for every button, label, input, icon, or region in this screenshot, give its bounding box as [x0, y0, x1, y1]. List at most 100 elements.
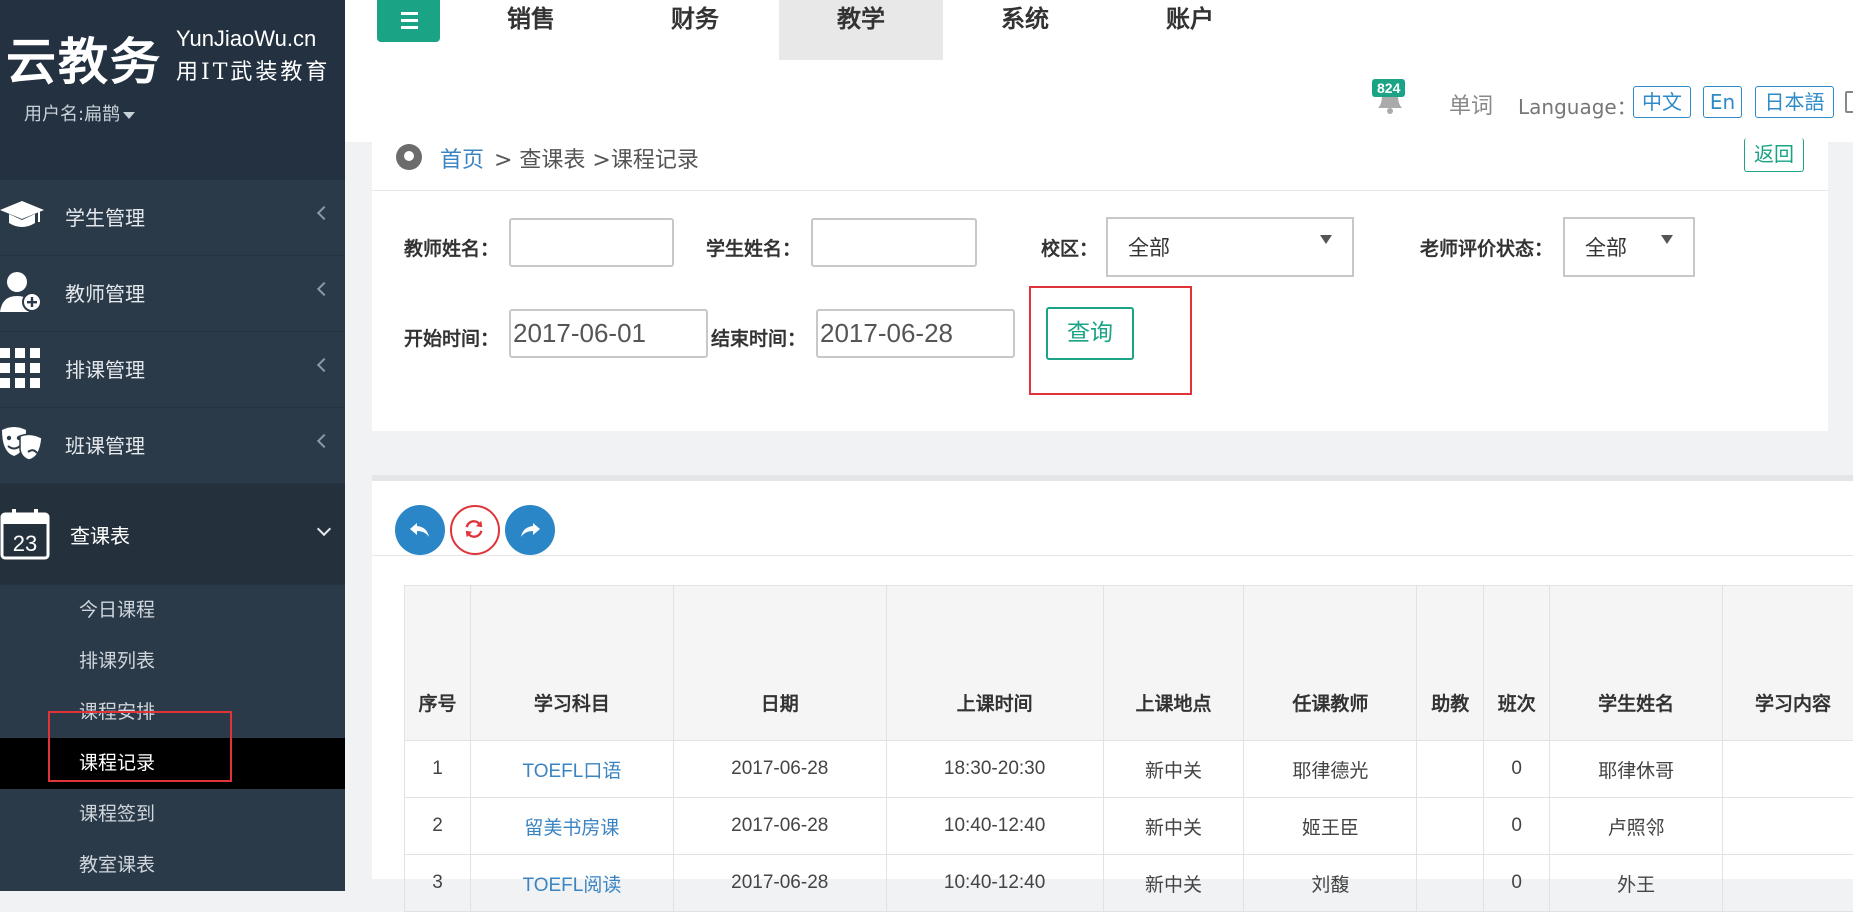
location-pin-icon: [396, 144, 422, 170]
grid-icon: [0, 346, 44, 390]
column-header[interactable]: 学生姓名: [1550, 586, 1723, 741]
cell-location: 新中关: [1103, 855, 1244, 912]
chevron-down-icon: [317, 522, 331, 536]
cell-teacher: 姬王臣: [1244, 798, 1417, 855]
word-link[interactable]: 单词: [1449, 88, 1493, 120]
user-label: 用户名:扁鹊: [24, 104, 120, 125]
lang-button-en[interactable]: En: [1703, 86, 1742, 118]
query-button[interactable]: 查询: [1046, 307, 1134, 360]
student-name-label: 学生姓名：: [706, 234, 801, 261]
submenu-item-schedule-list[interactable]: 排课列表: [0, 636, 345, 687]
cell-time: 18:30-20:30: [886, 741, 1103, 798]
breadcrumb-home-link[interactable]: 首页: [440, 142, 484, 174]
logo-slogan: 用IT武装教育: [176, 54, 330, 86]
breadcrumb-path: > 查课表 >课程记录: [494, 142, 699, 174]
tab-finance[interactable]: 财务: [613, 0, 777, 60]
calendar-day-text: 23: [13, 531, 37, 556]
chevron-left-icon: [317, 282, 331, 296]
column-header[interactable]: 日期: [673, 586, 886, 741]
back-button[interactable]: 返回: [1744, 138, 1804, 172]
table-header-row: 序号 学习科目 日期 上课时间 上课地点 任课教师 助教 班次 学生姓名 学习内…: [405, 586, 1853, 741]
column-header[interactable]: 上课地点: [1103, 586, 1244, 741]
chevron-left-icon: [317, 358, 331, 372]
forward-circle-button[interactable]: [505, 505, 555, 555]
lang-button-ja[interactable]: 日本語: [1755, 86, 1834, 118]
cell-assistant: [1417, 741, 1484, 798]
results-panel: 序号 学习科目 日期 上课时间 上课地点 任课教师 助教 班次 学生姓名 学习内…: [372, 475, 1853, 879]
logo-domain: YunJiaoWu.cn: [176, 26, 316, 52]
notification-badge: 824: [1372, 79, 1405, 97]
back-circle-button[interactable]: [395, 505, 445, 555]
cell-index: 1: [405, 741, 471, 798]
cell-subject-link[interactable]: TOEFL阅读: [470, 855, 673, 912]
column-header[interactable]: 任课教师: [1244, 586, 1417, 741]
end-time-input[interactable]: 2017-06-28: [816, 309, 1015, 358]
cell-time: 10:40-12:40: [886, 798, 1103, 855]
tab-system[interactable]: 系统: [943, 0, 1107, 60]
start-time-input[interactable]: 2017-06-01: [509, 309, 708, 358]
end-time-label: 结束时间：: [711, 324, 806, 351]
cell-assistant: [1417, 855, 1484, 912]
share-icon: [518, 518, 542, 542]
tab-account[interactable]: 账户: [1108, 0, 1272, 60]
column-header[interactable]: 学习内容: [1723, 586, 1853, 741]
column-header[interactable]: 助教: [1417, 586, 1484, 741]
cell-assistant: [1417, 798, 1484, 855]
user-menu[interactable]: 用户名:扁鹊: [24, 100, 135, 126]
eval-status-label: 老师评价状态：: [1420, 234, 1553, 261]
filter-panel: 首页 > 查课表 >课程记录 返回 教师姓名： 学生姓名： 校区： 全部 老师评…: [372, 142, 1828, 431]
menu-toggle-button[interactable]: [377, 0, 440, 42]
submenu-item-check-in[interactable]: 课程签到: [0, 789, 345, 840]
submenu-item-classroom-timetable[interactable]: 教室课表: [0, 840, 345, 891]
chevron-left-icon: [317, 434, 331, 448]
language-label: Language：: [1518, 91, 1637, 120]
fullscreen-icon[interactable]: [1845, 91, 1853, 113]
cell-subject-link[interactable]: TOEFL口语: [470, 741, 673, 798]
refresh-button[interactable]: [450, 505, 500, 555]
column-header[interactable]: 学习科目: [470, 586, 673, 741]
column-header[interactable]: 班次: [1484, 586, 1550, 741]
course-records-table: 序号 学习科目 日期 上课时间 上课地点 任课教师 助教 班次 学生姓名 学习内…: [404, 585, 1853, 912]
tab-teaching[interactable]: 教学: [779, 0, 943, 60]
chevron-left-icon: [317, 206, 331, 220]
sidebar-item-label: 教师管理: [65, 278, 145, 307]
cell-teacher: 耶律德光: [1244, 741, 1417, 798]
tab-sales[interactable]: 销售: [449, 0, 613, 60]
campus-select-value: 全部: [1128, 236, 1170, 260]
cell-time: 10:40-12:40: [886, 855, 1103, 912]
sidebar-item-scheduling[interactable]: 排课管理: [0, 332, 345, 408]
column-header[interactable]: 上课时间: [886, 586, 1103, 741]
refresh-icon: [463, 518, 485, 540]
sidebar-item-class-courses[interactable]: 班课管理: [0, 408, 345, 484]
sidebar-menu: 学生管理 教师管理 排课管理 班课管理 23 查课表 今日课程 排课列表 课程安…: [0, 180, 345, 891]
campus-select[interactable]: 全部: [1106, 217, 1354, 277]
table-row: 3 TOEFL阅读 2017-06-28 10:40-12:40 新中关 刘馥 …: [405, 855, 1853, 912]
lang-button-zh[interactable]: 中文: [1633, 86, 1691, 118]
breadcrumb: 首页 > 查课表 >课程记录 返回: [372, 142, 1828, 191]
submenu-item-course-records[interactable]: 课程记录: [0, 738, 345, 789]
eval-status-select-value: 全部: [1585, 236, 1627, 260]
cell-date: 2017-06-28: [673, 741, 886, 798]
sidebar: 云教务 YunJiaoWu.cn 用IT武装教育 用户名:扁鹊 学生管理 教师管…: [0, 0, 345, 873]
cell-subject-link[interactable]: 留美书房课: [470, 798, 673, 855]
user-add-icon: [0, 270, 44, 314]
cell-index: 2: [405, 798, 471, 855]
campus-label: 校区：: [1041, 234, 1098, 261]
sidebar-item-students[interactable]: 学生管理: [0, 180, 345, 256]
cell-index: 3: [405, 855, 471, 912]
column-header[interactable]: 序号: [405, 586, 471, 741]
sidebar-item-timetable[interactable]: 23 查课表: [0, 484, 345, 585]
sidebar-item-teachers[interactable]: 教师管理: [0, 256, 345, 332]
student-name-input[interactable]: [811, 218, 977, 267]
logo-text: 云教务: [6, 22, 162, 94]
cell-session: 0: [1484, 741, 1550, 798]
teacher-name-input[interactable]: [509, 218, 674, 267]
cell-teacher: 刘馥: [1244, 855, 1417, 912]
start-time-label: 开始时间：: [404, 324, 499, 351]
cell-session: 0: [1484, 798, 1550, 855]
submenu-item-arrangement[interactable]: 课程安排: [0, 687, 345, 738]
eval-status-select[interactable]: 全部: [1563, 217, 1695, 277]
theater-masks-icon: [0, 422, 44, 466]
cell-location: 新中关: [1103, 798, 1244, 855]
submenu-item-today[interactable]: 今日课程: [0, 585, 345, 636]
